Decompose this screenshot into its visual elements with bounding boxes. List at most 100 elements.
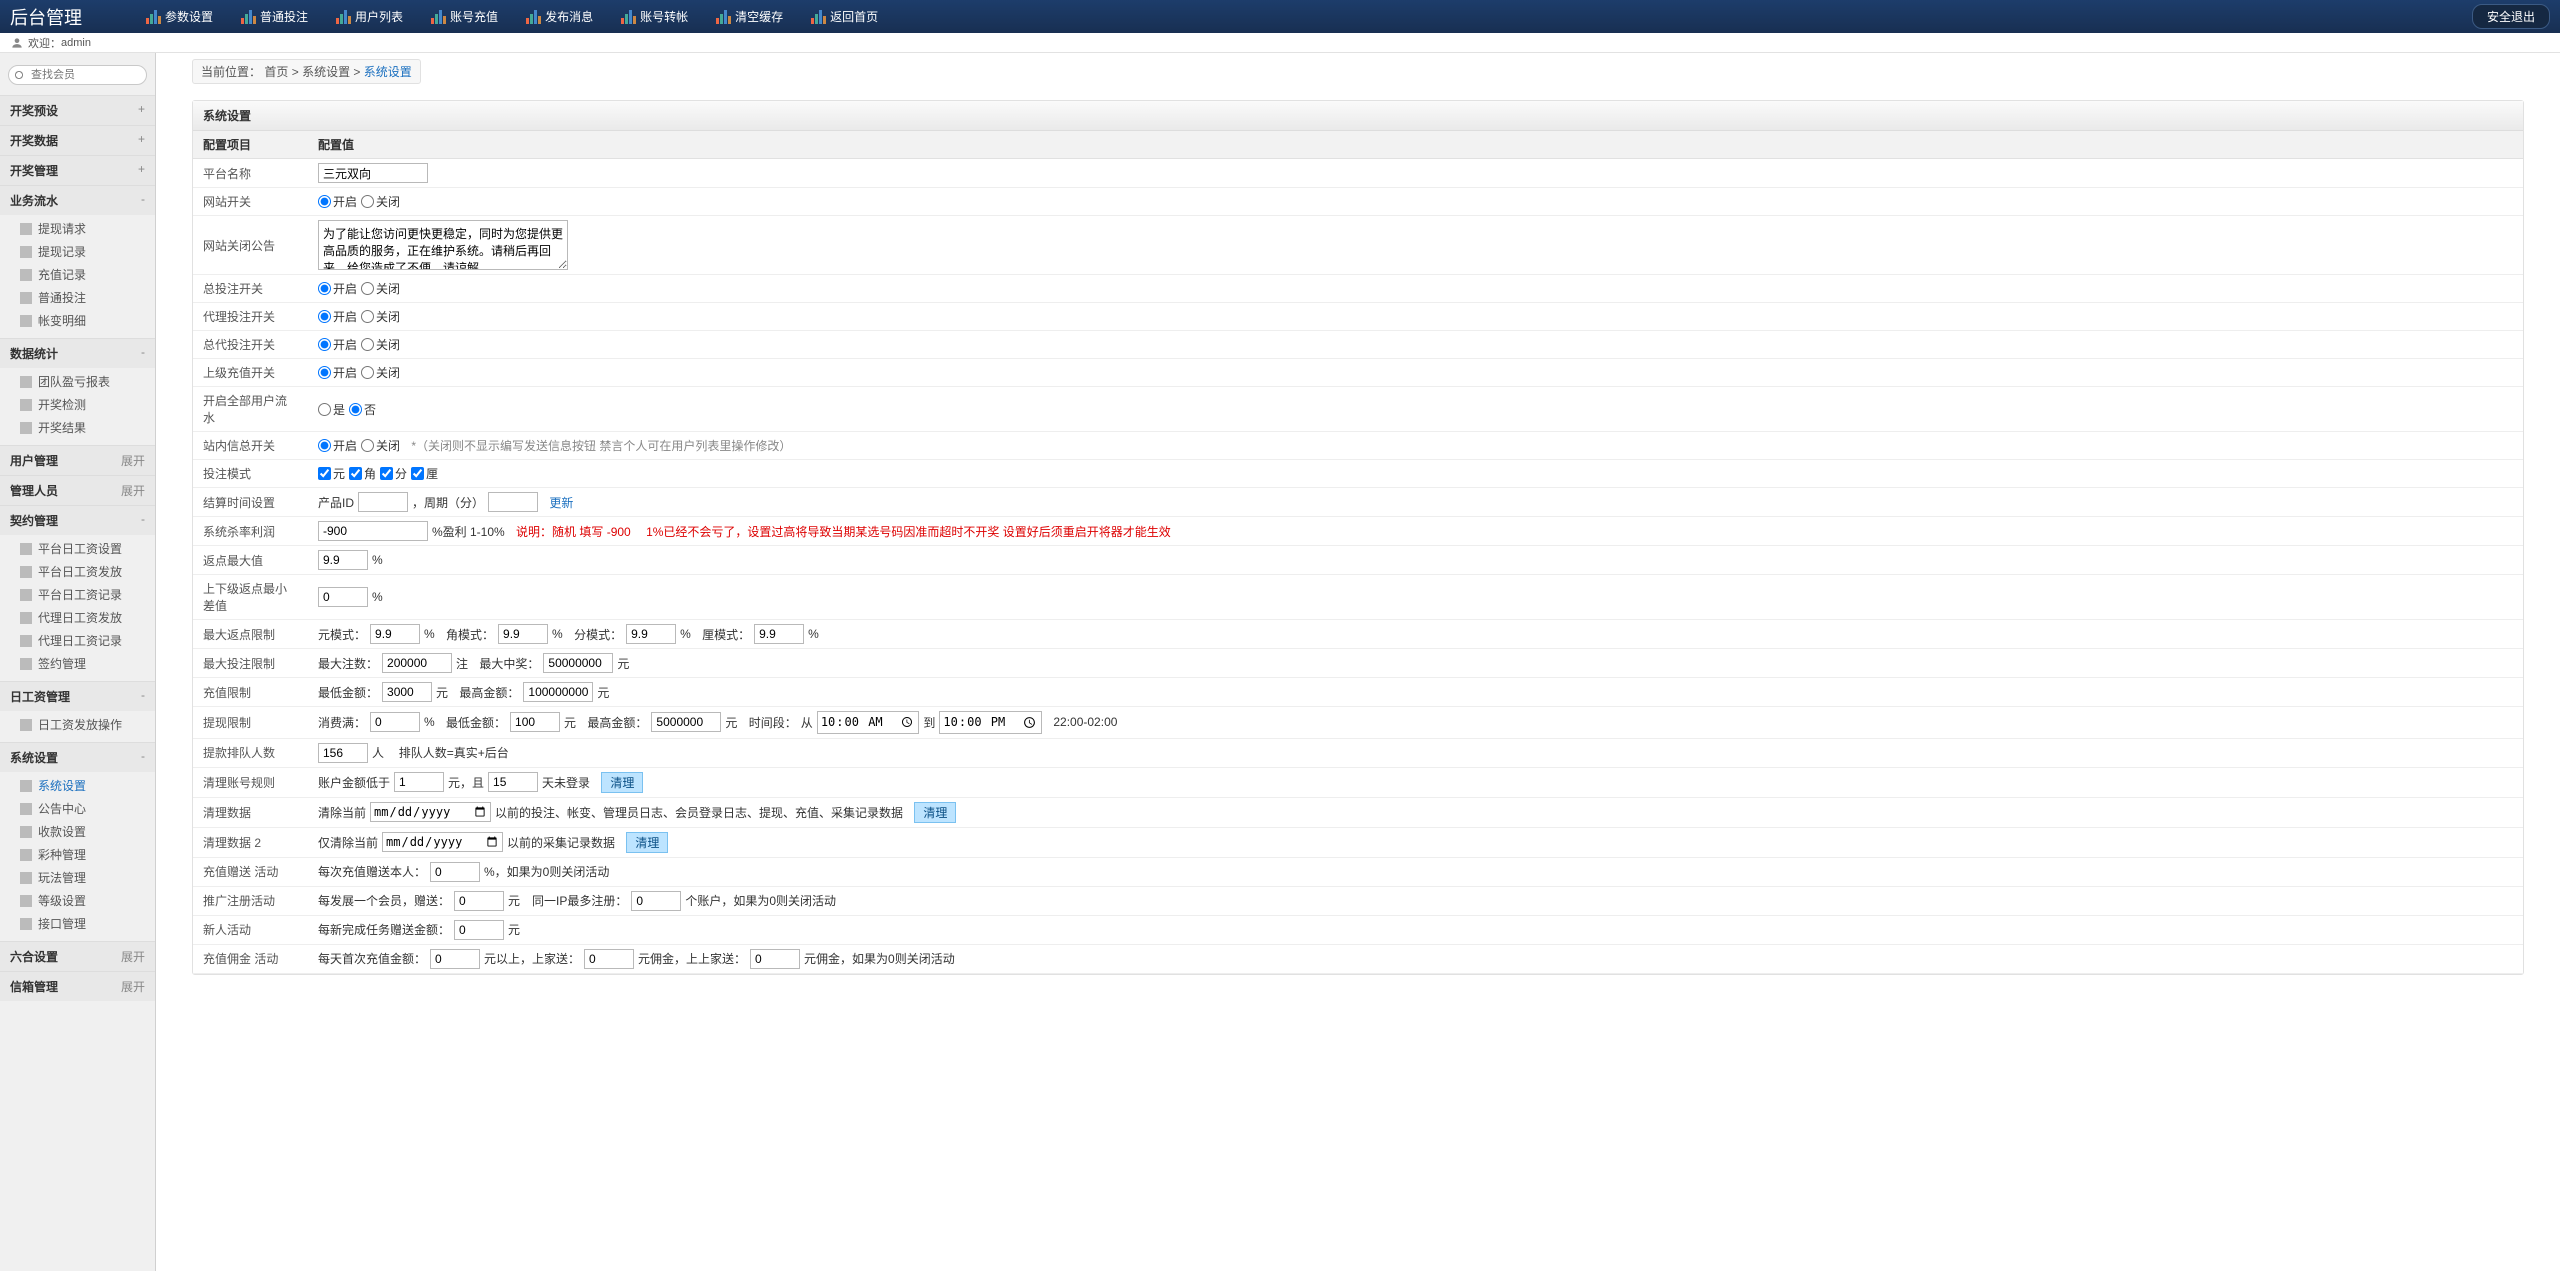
sidebar-group-header[interactable]: 六合设置展开 (0, 941, 155, 971)
nav-publish-msg[interactable]: 发布消息 (512, 0, 607, 33)
nav-param-settings[interactable]: 参数设置 (132, 0, 227, 33)
user-icon (10, 36, 24, 50)
bc-section[interactable]: 系统设置 (302, 65, 350, 79)
row-withdraw-queue: 提款排队人数人 排队人数=真实+后台 (193, 739, 2523, 768)
rebate-diff-input[interactable] (318, 587, 368, 607)
withdraw-to-time[interactable] (939, 711, 1042, 734)
nav-home[interactable]: 返回首页 (797, 0, 892, 33)
period-input[interactable] (488, 492, 538, 512)
row-open-flow: 开启全部用户流水是否 (193, 387, 2523, 432)
sidebar-group-header[interactable]: 日工资管理- (0, 681, 155, 711)
nav-normal-bet[interactable]: 普通投注 (227, 0, 322, 33)
sidebar-item[interactable]: 代理日工资记录 (0, 629, 155, 652)
bars-icon (241, 10, 256, 24)
site-off-radio[interactable]: 关闭 (361, 193, 400, 210)
item-icon (20, 589, 32, 601)
sidebar-item[interactable]: 系统设置 (0, 774, 155, 797)
clean-data-button[interactable]: 清理 (914, 802, 956, 823)
sidebar-group-header[interactable]: 开奖管理+ (0, 155, 155, 185)
product-id-input[interactable] (358, 492, 408, 512)
nav-recharge[interactable]: 账号充值 (417, 0, 512, 33)
sidebar-item[interactable]: 等级设置 (0, 889, 155, 912)
sidebar-group-header[interactable]: 开奖预设+ (0, 95, 155, 125)
sidebar-item[interactable]: 充值记录 (0, 263, 155, 286)
nav-transfer[interactable]: 账号转帐 (607, 0, 702, 33)
sidebar-item[interactable]: 提现请求 (0, 217, 155, 240)
row-clean-data2: 清理数据 2 仅清除当前以前的采集记录数据 清理 (193, 828, 2523, 858)
logout-button[interactable]: 安全退出 (2472, 4, 2550, 29)
row-total-bet: 总投注开关开启关闭 (193, 275, 2523, 303)
sidebar-item[interactable]: 开奖检测 (0, 393, 155, 416)
nav-user-list[interactable]: 用户列表 (322, 0, 417, 33)
sidebar-item[interactable]: 帐变明细 (0, 309, 155, 332)
row-up-recharge: 上级充值开关开启关闭 (193, 359, 2523, 387)
row-agent-bet: 代理投注开关开启关闭 (193, 303, 2523, 331)
row-rebate-diff: 上下级返点最小差值% (193, 575, 2523, 620)
item-icon (20, 849, 32, 861)
sidebar-group-header[interactable]: 开奖数据+ (0, 125, 155, 155)
breadcrumb: 当前位置： 首页 > 系统设置 > 系统设置 (156, 53, 2560, 90)
sidebar-group-header[interactable]: 系统设置- (0, 742, 155, 772)
item-icon (20, 918, 32, 930)
close-notice-textarea[interactable] (318, 220, 568, 270)
sidebar-item[interactable]: 提现记录 (0, 240, 155, 263)
row-max-rebate: 返点最大值% (193, 546, 2523, 575)
sidebar-group-header[interactable]: 契约管理- (0, 505, 155, 535)
sidebar-group-header[interactable]: 业务流水- (0, 185, 155, 215)
item-icon (20, 719, 32, 731)
sidebar-item[interactable]: 代理日工资发放 (0, 606, 155, 629)
sidebar-item[interactable]: 团队盈亏报表 (0, 370, 155, 393)
clean-account-button[interactable]: 清理 (601, 772, 643, 793)
row-newbie: 新人活动每新完成任务赠送金额：元 (193, 916, 2523, 945)
sidebar-item[interactable]: 开奖结果 (0, 416, 155, 439)
top-nav: 参数设置 普通投注 用户列表 账号充值 发布消息 账号转帐 清空缓存 返回首页 (132, 0, 892, 33)
item-icon (20, 399, 32, 411)
sys-profit-input[interactable] (318, 521, 428, 541)
sidebar-item[interactable]: 接口管理 (0, 912, 155, 935)
row-close-notice: 网站关闭公告 (193, 216, 2523, 275)
mode-li[interactable]: 厘 (411, 465, 438, 482)
mode-jiao[interactable]: 角 (349, 465, 376, 482)
panel-title: 系统设置 (193, 101, 2523, 131)
row-platform-name: 平台名称 (193, 159, 2523, 188)
clean-data2-button[interactable]: 清理 (626, 832, 668, 853)
item-icon (20, 246, 32, 258)
sidebar-group-header[interactable]: 数据统计- (0, 338, 155, 368)
withdraw-from-time[interactable] (817, 711, 920, 734)
sidebar-item[interactable]: 签约管理 (0, 652, 155, 675)
table-header: 配置项目 配置值 (193, 131, 2523, 159)
platform-name-input[interactable] (318, 163, 428, 183)
bars-icon (621, 10, 636, 24)
sidebar-item[interactable]: 平台日工资发放 (0, 560, 155, 583)
mode-fen[interactable]: 分 (380, 465, 407, 482)
sidebar-item[interactable]: 收款设置 (0, 820, 155, 843)
search-input[interactable] (8, 65, 147, 85)
sidebar-item[interactable]: 公告中心 (0, 797, 155, 820)
sidebar-item[interactable]: 玩法管理 (0, 866, 155, 889)
sidebar-group-header[interactable]: 管理人员展开 (0, 475, 155, 505)
settle-update-link[interactable]: 更新 (549, 494, 573, 511)
clean-data-date[interactable] (370, 802, 491, 822)
sidebar-item[interactable]: 普通投注 (0, 286, 155, 309)
bars-icon (431, 10, 446, 24)
item-icon (20, 376, 32, 388)
row-clean-account: 清理账号规则 账户金额低于元，且天未登录 清理 (193, 768, 2523, 798)
sidebar-item[interactable]: 平台日工资记录 (0, 583, 155, 606)
sidebar-group-header[interactable]: 用户管理展开 (0, 445, 155, 475)
sidebar-item[interactable]: 日工资发放操作 (0, 713, 155, 736)
content-area: 当前位置： 首页 > 系统设置 > 系统设置 系统设置 配置项目 配置值 平台名… (156, 53, 2560, 1271)
site-on-radio[interactable]: 开启 (318, 193, 357, 210)
sidebar-item[interactable]: 平台日工资设置 (0, 537, 155, 560)
clean-data2-date[interactable] (382, 832, 503, 852)
max-rebate-input[interactable] (318, 550, 368, 570)
bc-current[interactable]: 系统设置 (364, 65, 412, 79)
nav-clear-cache[interactable]: 清空缓存 (702, 0, 797, 33)
row-bet-mode: 投注模式 元 角 分 厘 (193, 460, 2523, 488)
sidebar-group-header[interactable]: 信箱管理展开 (0, 971, 155, 1001)
mode-yuan[interactable]: 元 (318, 465, 345, 482)
row-max-bet-limit: 最大投注限制 最大注数：注 最大中奖：元 (193, 649, 2523, 678)
bars-icon (716, 10, 731, 24)
item-icon (20, 780, 32, 792)
bc-home[interactable]: 首页 (264, 65, 288, 79)
sidebar-item[interactable]: 彩种管理 (0, 843, 155, 866)
